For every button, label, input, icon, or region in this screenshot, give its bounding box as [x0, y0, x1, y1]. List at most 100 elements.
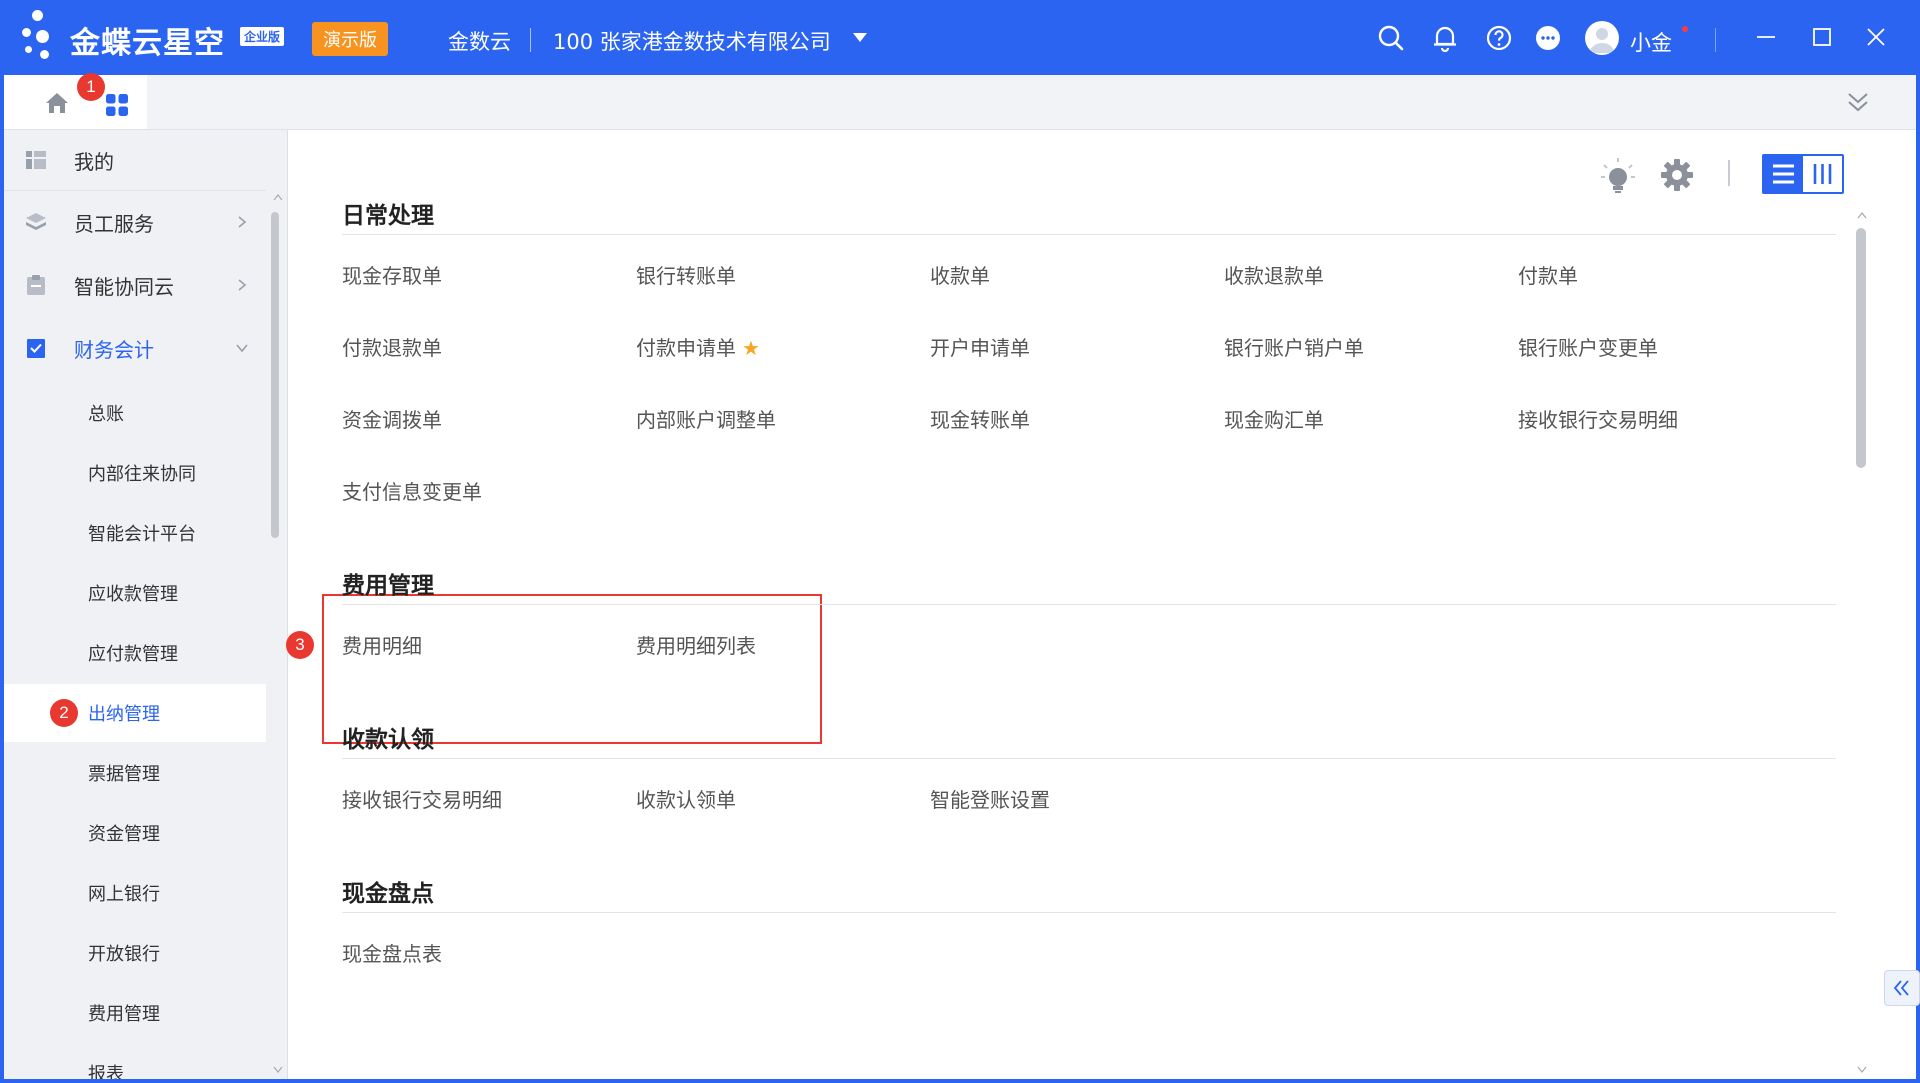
link-bank-transfer[interactable]: 银行转账单 [636, 260, 736, 289]
demo-tag: 演示版 [312, 22, 388, 56]
step-badge-2: 2 [50, 699, 78, 727]
link-expense-detail-list[interactable]: 费用明细列表 [636, 630, 756, 659]
scroll-up-icon[interactable] [1856, 210, 1868, 220]
apps-grid-icon[interactable] [105, 93, 129, 117]
chevron-down-icon [236, 344, 248, 353]
sub-item-bills[interactable]: 票据管理 [4, 744, 266, 802]
sidebar-item-label: 财务会计 [74, 337, 154, 362]
sub-item-general-ledger[interactable]: 总账 [4, 384, 266, 442]
scroll-down-icon[interactable] [272, 1065, 284, 1075]
sidebar-item-label: 员工服务 [74, 211, 154, 236]
sub-item-payable[interactable]: 应付款管理 [4, 624, 266, 682]
sub-item-label: 应付款管理 [88, 644, 178, 665]
sub-item-internal[interactable]: 内部往来协同 [4, 444, 266, 502]
tab-bar: 1 [4, 73, 1916, 130]
link-receipt-refund[interactable]: 收款退款单 [1224, 260, 1324, 289]
header-divider-2 [1715, 28, 1716, 52]
link-account-opening[interactable]: 开户申请单 [930, 332, 1030, 361]
sub-item-label: 智能会计平台 [88, 524, 196, 545]
link-receipt[interactable]: 收款单 [930, 260, 990, 289]
link-payment-info-change[interactable]: 支付信息变更单 [342, 476, 482, 505]
sub-item-expense[interactable]: 费用管理 [4, 984, 266, 1042]
section-title-cash-count: 现金盘点 [342, 881, 434, 907]
edition-badge: 企业版 [240, 27, 285, 46]
sidebar-item-mine[interactable]: 我的 [4, 130, 266, 190]
sub-item-cashier[interactable]: 2 出纳管理 [4, 684, 266, 742]
double-chevron-down-icon[interactable] [1846, 91, 1870, 113]
link-bank-transactions[interactable]: 接收银行交易明细 [1518, 404, 1678, 433]
collapse-panel-button[interactable] [1884, 970, 1920, 1006]
link-account-change[interactable]: 银行账户变更单 [1518, 332, 1658, 361]
section-title-receipt-claim: 收款认领 [342, 727, 434, 753]
section-divider [342, 604, 1836, 605]
link-expense-detail[interactable]: 费用明细 [342, 630, 422, 659]
column-view-button[interactable] [1803, 156, 1842, 192]
sub-item-label: 票据管理 [88, 764, 160, 785]
link-payment[interactable]: 付款单 [1518, 260, 1578, 289]
close-icon[interactable] [1861, 22, 1891, 52]
link-smart-posting-settings[interactable]: 智能登账设置 [930, 784, 1050, 813]
link-cash-fx-purchase[interactable]: 现金购汇单 [1224, 404, 1324, 433]
toolbar-divider [1728, 160, 1730, 186]
sub-item-smart-accounting[interactable]: 智能会计平台 [4, 504, 266, 562]
brand-name: 金蝶云星空 [70, 26, 225, 61]
scroll-down-icon[interactable] [1856, 1065, 1868, 1075]
search-icon[interactable] [1377, 24, 1405, 52]
lightbulb-icon[interactable] [1598, 156, 1638, 196]
minimize-icon[interactable] [1751, 22, 1781, 52]
star-icon[interactable]: ★ [742, 336, 760, 360]
section-title-expense: 费用管理 [342, 573, 434, 599]
column-view-icon [1813, 164, 1832, 184]
link-account-closing[interactable]: 银行账户销户单 [1224, 332, 1364, 361]
sidebar-item-label: 智能协同云 [74, 274, 174, 299]
link-label: 付款申请单 [636, 336, 736, 360]
sidebar-item-collaboration[interactable]: 智能协同云 [4, 255, 266, 315]
scroll-up-icon[interactable] [272, 192, 284, 202]
main-scrollbar[interactable] [1856, 228, 1866, 468]
top-bar: 金蝶云星空 企业版 演示版 金数云 100 张家港金数技术有限公司 小金 [0, 0, 1920, 75]
list-view-button[interactable] [1764, 156, 1803, 192]
section-divider [342, 912, 1836, 913]
sub-item-reports[interactable]: 报表 [4, 1044, 266, 1083]
notification-dot [1682, 26, 1688, 32]
org-selector[interactable]: 100 张家港金数技术有限公司 [553, 26, 831, 56]
more-icon[interactable] [1534, 24, 1562, 52]
sub-item-label: 应收款管理 [88, 584, 178, 605]
window-border-right [1916, 75, 1920, 1083]
link-bank-transactions-2[interactable]: 接收银行交易明细 [342, 784, 502, 813]
sidebar-item-label: 我的 [74, 149, 114, 174]
sub-item-receivable[interactable]: 应收款管理 [4, 564, 266, 622]
sidebar-item-employee-service[interactable]: 员工服务 [4, 192, 266, 252]
link-cash-count-sheet[interactable]: 现金盘点表 [342, 938, 442, 967]
view-toggle [1762, 154, 1844, 194]
caret-down-icon[interactable] [853, 33, 867, 42]
link-cash-deposit[interactable]: 现金存取单 [342, 260, 442, 289]
maximize-icon[interactable] [1807, 22, 1837, 52]
app-name[interactable]: 金数云 [448, 26, 511, 56]
link-payment-request[interactable]: 付款申请单 ★ [636, 332, 760, 361]
section-title-daily: 日常处理 [342, 203, 434, 229]
sidebar-scrollbar[interactable] [271, 212, 279, 538]
home-icon[interactable] [44, 91, 70, 115]
link-payment-refund[interactable]: 付款退款单 [342, 332, 442, 361]
sub-item-label: 开放银行 [88, 944, 160, 965]
avatar[interactable] [1585, 21, 1619, 55]
sub-item-online-bank[interactable]: 网上银行 [4, 864, 266, 922]
sub-item-open-bank[interactable]: 开放银行 [4, 924, 266, 982]
settings-gear-icon[interactable] [1658, 156, 1696, 194]
sidebar-item-finance[interactable]: 财务会计 [4, 318, 266, 378]
link-receipt-claim[interactable]: 收款认领单 [636, 784, 736, 813]
username[interactable]: 小金 [1630, 27, 1672, 57]
bell-icon[interactable] [1431, 24, 1459, 52]
sub-item-label: 总账 [88, 404, 124, 425]
sub-item-funds[interactable]: 资金管理 [4, 804, 266, 862]
sub-item-label: 出纳管理 [88, 704, 160, 725]
help-icon[interactable] [1485, 24, 1513, 52]
link-internal-adjust[interactable]: 内部账户调整单 [636, 404, 776, 433]
link-cash-transfer[interactable]: 现金转账单 [930, 404, 1030, 433]
link-fund-allocation[interactable]: 资金调拨单 [342, 404, 442, 433]
window-border-bottom [0, 1079, 1920, 1083]
sidebar: 我的 员工服务 智能协同云 财务会计 总账 内部往来协同 智能会计平台 应收款管… [4, 130, 288, 1083]
section-divider [342, 234, 1836, 235]
chevron-right-icon [238, 279, 247, 291]
